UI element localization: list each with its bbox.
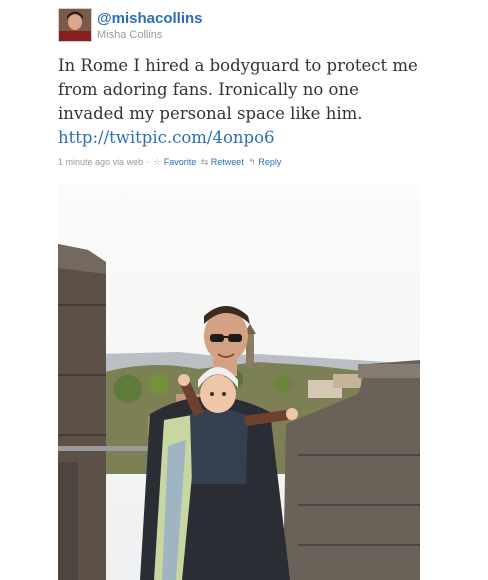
tweet-photo[interactable] [58, 184, 420, 580]
retweet-icon: ⇆ [200, 157, 209, 167]
timestamp[interactable]: 1 minute ago [58, 157, 110, 167]
star-icon: ☆ [153, 157, 162, 167]
reply-label: Reply [258, 157, 282, 167]
tweet-text-line: from adoring fans. Ironically no one [58, 80, 359, 99]
tweet-text: In Rome I hired a bodyguard to protect m… [58, 54, 458, 150]
reply-icon: ↰ [248, 157, 256, 167]
meta-separator: · [145, 157, 149, 167]
tweet-text-line: invaded my personal space like him. [58, 104, 363, 123]
tweet-meta: 1 minute ago via web · ☆ Favorite ⇆ Retw… [58, 157, 281, 168]
source-label: via web [112, 157, 144, 167]
retweet-label: Retweet [210, 157, 244, 167]
avatar[interactable] [58, 8, 92, 42]
favorite-label: Favorite [163, 157, 197, 167]
user-handle[interactable]: @mishacollins [97, 10, 203, 27]
tweet-text-line: In Rome I hired a bodyguard to protect m… [58, 56, 418, 75]
favorite-button[interactable]: ☆ Favorite [153, 157, 196, 167]
retweet-button[interactable]: ⇆ Retweet [201, 157, 244, 167]
tweet-link[interactable]: http://twitpic.com/4onpo6 [58, 126, 458, 150]
display-name: Misha Collins [97, 29, 163, 41]
avatar-image [59, 9, 91, 41]
reply-button[interactable]: ↰ Reply [248, 157, 281, 167]
photo-image [58, 184, 420, 580]
